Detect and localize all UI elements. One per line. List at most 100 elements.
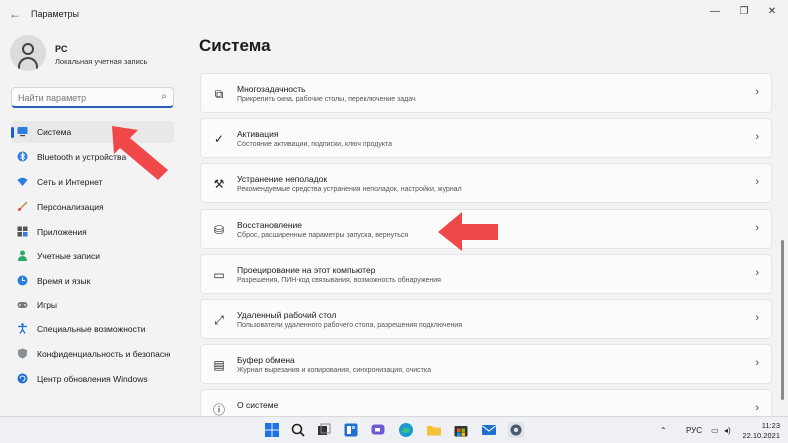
sidebar-item-apps[interactable]: Приложения: [11, 221, 174, 243]
chevron-right-icon: ›: [755, 312, 759, 324]
volume-tray-icon[interactable]: ◂): [724, 426, 731, 435]
chevron-right-icon: ›: [755, 86, 759, 98]
chevron-right-icon: ›: [755, 402, 759, 414]
globe-clock-icon: [17, 275, 28, 286]
minimize-icon[interactable]: —: [705, 4, 725, 20]
settings-card-clipboard[interactable]: ▤ Буфер обмена Журнал вырезания и копиро…: [200, 344, 772, 384]
search-box[interactable]: ⌕: [11, 87, 174, 108]
title-bar: ← Параметры — ❐ ✕: [0, 0, 788, 28]
settings-card-about[interactable]: ⓘ О системе ›: [200, 389, 772, 417]
card-title: Восстановление: [237, 220, 303, 230]
profile-account-type: Локальная учетная запись: [55, 57, 148, 66]
language-indicator[interactable]: РУС: [686, 426, 702, 435]
sidebar-item-label: Центр обновления Windows: [37, 374, 148, 384]
wifi-icon: [17, 177, 28, 186]
shield-icon: [18, 348, 27, 359]
card-title: Активация: [237, 129, 279, 139]
chevron-right-icon: ›: [755, 267, 759, 279]
back-arrow-icon[interactable]: ←: [9, 7, 21, 21]
card-subtitle: Сброс, расширенные параметры запуска, ве…: [237, 232, 409, 239]
activation-check-icon: ✓: [213, 132, 225, 146]
multitasking-icon: ⧉: [214, 87, 224, 101]
mail-icon[interactable]: [481, 422, 497, 438]
user-icon: [18, 250, 27, 261]
sidebar-item-label: Специальные возможности: [37, 324, 146, 334]
chevron-right-icon: ›: [755, 222, 759, 234]
annotation-arrow-recovery: [438, 212, 498, 251]
scrollbar[interactable]: [781, 240, 784, 400]
settings-card-multitasking[interactable]: ⧉ Многозадачность Прикрепить окна, рабоч…: [200, 73, 772, 113]
settings-card-remote-desktop[interactable]: ⤢ Удаленный рабочий стол Пользователи уд…: [200, 299, 772, 339]
profile-name: PC: [55, 44, 68, 54]
settings-icon[interactable]: [508, 422, 524, 438]
card-subtitle: Прикрепить окна, рабочие столы, переключ…: [237, 96, 416, 103]
card-title: О системе: [237, 400, 279, 410]
edge-icon[interactable]: [398, 422, 414, 438]
remote-desktop-icon: ⤢: [214, 313, 224, 327]
annotation-arrow-sidebar: [112, 126, 168, 180]
card-subtitle: Разрешения, ПИН-код связывания, возможно…: [237, 277, 441, 284]
sidebar-item-personalization[interactable]: Персонализация: [11, 196, 174, 218]
sidebar-item-label: Учетные записи: [37, 251, 101, 261]
chat-icon[interactable]: [370, 422, 386, 438]
maximize-icon[interactable]: ❐: [734, 4, 754, 20]
close-icon[interactable]: ✕: [762, 4, 782, 20]
sidebar-item-privacy-security[interactable]: Конфиденциальность и безопасность: [11, 343, 174, 365]
clipboard-icon: ▤: [213, 358, 225, 372]
gamepad-icon: [17, 302, 28, 308]
search-icon[interactable]: [290, 422, 306, 438]
card-subtitle: Рекомендуемые средства устранения непола…: [237, 186, 462, 193]
card-title: Проецирование на этот компьютер: [237, 265, 376, 275]
taskbar: ⌃ РУС ▭ ◂) 11:23 22.10.2021: [0, 416, 788, 443]
accessibility-icon: [18, 323, 27, 334]
network-tray-icon[interactable]: ▭: [711, 426, 719, 435]
settings-card-troubleshoot[interactable]: ⚒ Устранение неполадок Рекомендуемые сре…: [200, 163, 772, 203]
tray-chevron-icon[interactable]: ⌃: [660, 426, 667, 435]
widgets-icon[interactable]: [343, 422, 359, 438]
sidebar-item-label: Конфиденциальность и безопасность: [37, 349, 170, 359]
sidebar-item-gaming[interactable]: Игры: [11, 294, 174, 316]
sidebar-item-windows-update[interactable]: Центр обновления Windows: [11, 368, 174, 390]
avatar: [10, 35, 46, 71]
clock-time: 11:23: [761, 421, 780, 430]
projection-icon: ▭: [213, 268, 225, 282]
bluetooth-icon: [17, 151, 28, 162]
clock-date: 22.10.2021: [742, 431, 780, 440]
apps-icon: [17, 226, 28, 237]
card-title: Многозадачность: [237, 84, 306, 94]
sidebar-item-label: Приложения: [37, 227, 87, 237]
settings-card-projection[interactable]: ▭ Проецирование на этот компьютер Разреш…: [200, 254, 772, 294]
chevron-right-icon: ›: [755, 131, 759, 143]
card-subtitle: Журнал вырезания и копирования, синхрони…: [237, 367, 432, 374]
recovery-icon: ⛁: [213, 223, 225, 237]
store-icon[interactable]: [453, 422, 469, 438]
card-subtitle: Пользователи удаленного рабочего стола, …: [237, 322, 463, 329]
chevron-right-icon: ›: [755, 357, 759, 369]
sidebar-item-label: Время и язык: [37, 276, 91, 286]
card-title: Устранение неполадок: [237, 174, 328, 184]
sidebar-item-accessibility[interactable]: Специальные возможности: [11, 318, 174, 340]
search-icon[interactable]: ⌕: [161, 91, 167, 102]
app-title: Параметры: [31, 9, 79, 19]
card-subtitle: Состояние активации, подписки, ключ прод…: [237, 141, 393, 148]
brush-icon: [18, 201, 28, 211]
clock[interactable]: 11:23 22.10.2021: [740, 421, 780, 441]
file-explorer-icon[interactable]: [426, 422, 442, 438]
page-title: Система: [199, 36, 271, 55]
wrench-icon: ⚒: [213, 177, 225, 191]
chevron-right-icon: ›: [755, 176, 759, 188]
card-title: Буфер обмена: [237, 355, 295, 365]
card-title: Удаленный рабочий стол: [237, 310, 337, 320]
sidebar-item-accounts[interactable]: Учетные записи: [11, 245, 174, 267]
windows-start-icon[interactable]: [264, 422, 280, 438]
sidebar-item-label: Игры: [37, 300, 58, 310]
sidebar-item-time-language[interactable]: Время и язык: [11, 270, 174, 292]
settings-card-activation[interactable]: ✓ Активация Состояние активации, подписк…: [200, 118, 772, 158]
update-icon: [17, 373, 28, 384]
monitor-icon: [17, 127, 28, 137]
user-profile[interactable]: PC Локальная учетная запись: [10, 35, 180, 75]
info-icon: ⓘ: [212, 403, 225, 417]
search-input[interactable]: [18, 90, 153, 105]
task-view-icon[interactable]: [316, 422, 332, 438]
active-indicator: [11, 127, 14, 138]
